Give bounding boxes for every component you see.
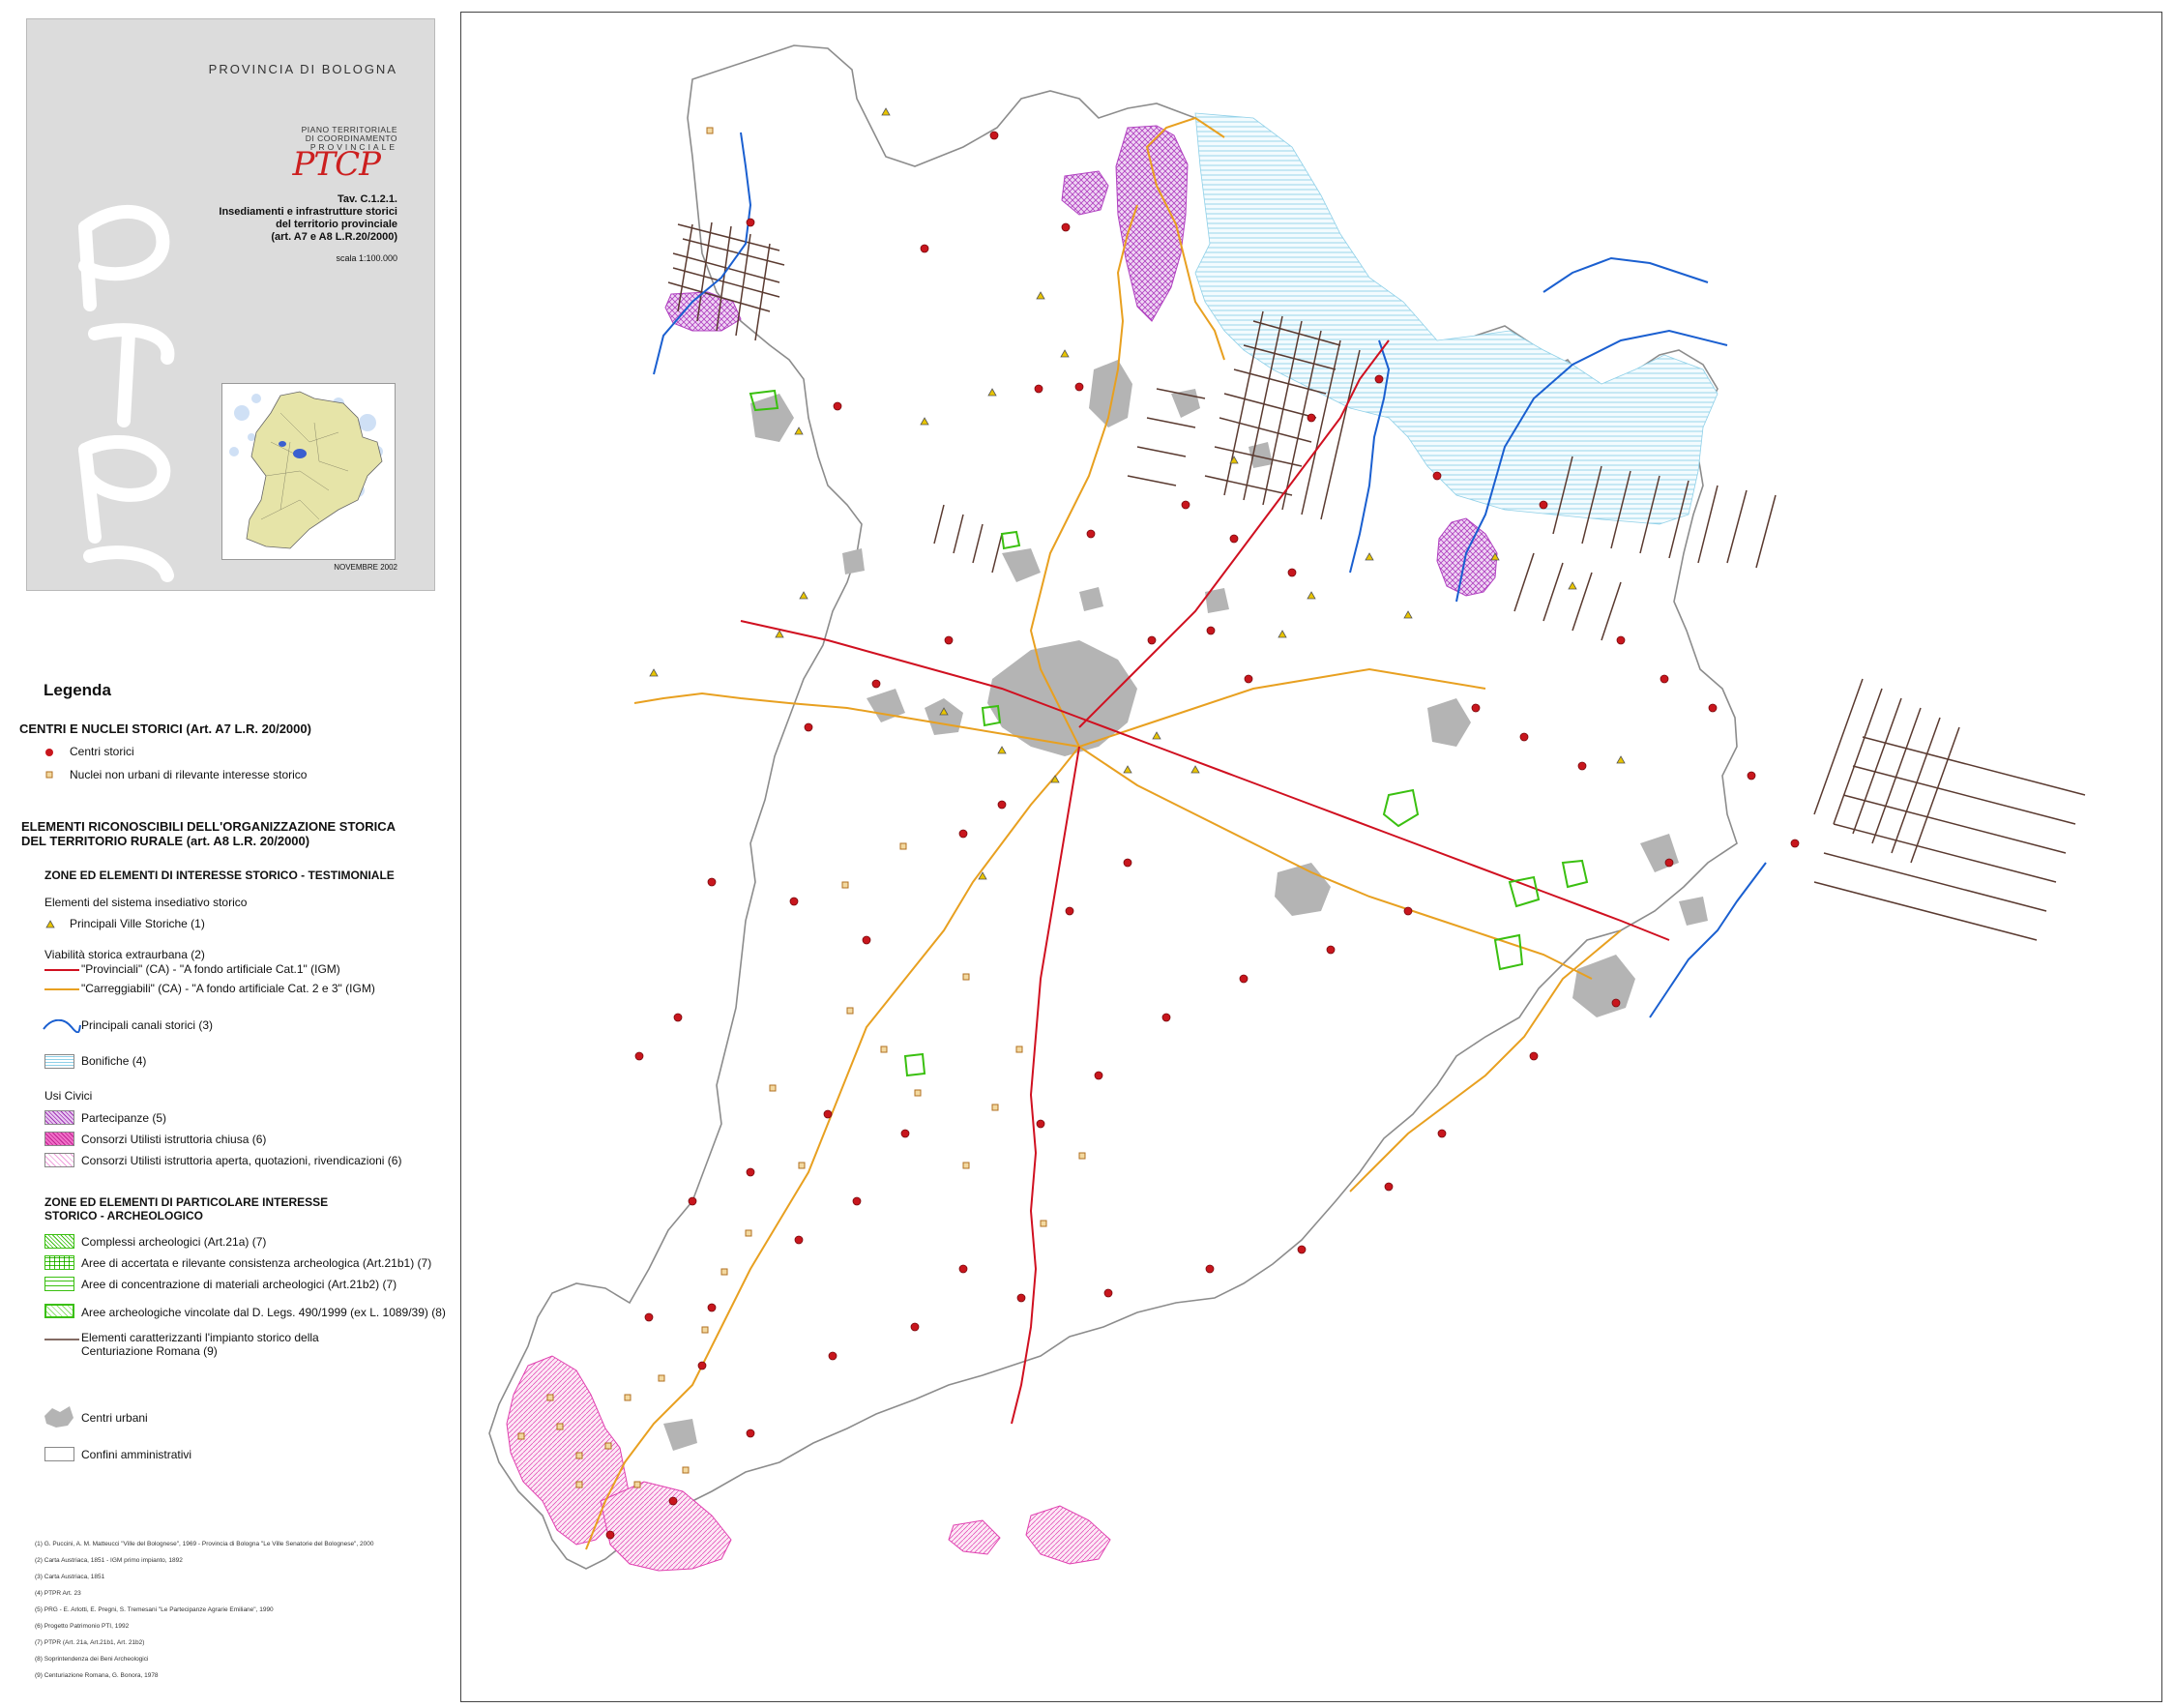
bonifiche-swatch (44, 1054, 74, 1069)
zone-archeologico-line-1: ZONE ED ELEMENTI DI PARTICOLARE INTERESS… (44, 1195, 329, 1209)
consorzi-area (600, 1481, 732, 1572)
confini-swatch (44, 1447, 74, 1461)
references-list: (1) G. Puccini, A. M. Matteucci "Ville d… (35, 1536, 373, 1684)
section-centri-nuclei-title: CENTRI E NUCLEI STORICI (Art. A7 L.R. 20… (19, 721, 311, 736)
legend-consorzi-chiusa: Consorzi Utilisti istruttoria chiusa (6) (81, 1133, 267, 1146)
legend-consorzi-aperta: Consorzi Utilisti istruttoria aperta, qu… (81, 1154, 402, 1167)
table-title-line-3: del territorio provinciale (276, 219, 397, 230)
section-elementi-line-1: ELEMENTI RICONOSCIBILI DELL'ORGANIZZAZIO… (21, 819, 397, 834)
legend-complessi: Complessi archeologici (Art.21a) (7) (81, 1235, 267, 1249)
section-elementi-title: ELEMENTI RICONOSCIBILI DELL'ORGANIZZAZIO… (21, 819, 396, 848)
reference-3: (3) Carta Austriaca, 1851 (35, 1574, 105, 1580)
table-title: Tav. C.1.2.1. Insediamenti e infrastrutt… (219, 193, 397, 244)
table-number: Tav. C.1.2.1. (338, 193, 397, 205)
legend-centuriazione-line-2: Centuriazione Romana (9) (81, 1344, 218, 1358)
legend-usi-civici: Usi Civici (44, 1089, 93, 1103)
villa-symbol (45, 920, 55, 928)
reference-4: (4) PTPR Art. 23 (35, 1590, 81, 1597)
province-boundary (488, 44, 1738, 1570)
province-name: PROVINCIA DI BOLOGNA (208, 62, 397, 76)
aree-vincolate-swatch (44, 1304, 74, 1318)
consorzi-area (1025, 1505, 1111, 1565)
section-elementi-line-2: DEL TERRITORIO RURALE (art. A8 L.R. 20/2… (21, 834, 310, 848)
legend-centri-storici: Centri storici (70, 745, 134, 758)
legend-canali: Principali canali storici (3) (81, 1018, 214, 1032)
complessi-swatch (44, 1234, 74, 1249)
reference-2: (2) Carta Austriaca, 1851 - IGM primo im… (35, 1557, 183, 1564)
centuriazione-line-symbol (44, 1339, 79, 1340)
provinciali-line-symbol (44, 969, 79, 971)
province-map[interactable] (460, 12, 2162, 1702)
scale-label: scala 1:100.000 (336, 253, 397, 263)
legend-bonifiche: Bonifiche (4) (81, 1054, 147, 1068)
ptcp-logo: PTCP (292, 145, 381, 184)
nucleo-symbol (45, 771, 53, 779)
consorzi-aperta-swatch (44, 1153, 74, 1167)
legend-aree-concentrazione: Aree di concentrazione di materiali arch… (81, 1278, 397, 1291)
reference-6: (6) Progetto Patrimonio PTI, 1992 (35, 1623, 130, 1630)
legend-sistema-insediativo: Elementi del sistema insediativo storico (44, 896, 248, 909)
reference-1: (1) G. Puccini, A. M. Matteucci "Ville d… (35, 1541, 374, 1547)
legend-ville: Principali Ville Storiche (1) (70, 917, 205, 930)
consorzi-area (948, 1519, 1001, 1555)
zone-archeologico-line-2: STORICO - ARCHEOLOGICO (44, 1209, 204, 1222)
legend-viabilita: Viabilità storica extraurbana (2) (44, 948, 205, 961)
aree-concentrazione-swatch (44, 1277, 74, 1291)
province-inset-map (221, 383, 396, 560)
reference-8: (8) Soprintendenza dei Beni Archeologici (35, 1656, 149, 1663)
table-title-line-4: (art. A7 e A8 L.R.20/2000) (271, 231, 397, 243)
legend-aree-accertata: Aree di accertata e rilevante consistenz… (81, 1256, 432, 1270)
reference-9: (9) Centuriazione Romana, G. Bonora, 197… (35, 1672, 159, 1679)
centri-urbani-symbol (44, 1406, 73, 1428)
aree-accertata-swatch (44, 1255, 74, 1270)
centro-storico-symbol (45, 749, 53, 756)
legend-nuclei: Nuclei non urbani di rilevante interesse… (70, 768, 308, 781)
partecipanze-swatch (44, 1110, 74, 1125)
reference-5: (5) PRG - E. Arlotti, E. Pregni, S. Trem… (35, 1606, 274, 1613)
carreggiabili-line-symbol (44, 988, 79, 990)
reference-7: (7) PTPR (Art. 21a, Art.21b1, Art. 21b2) (35, 1639, 145, 1646)
map-date: NOVEMBRE 2002 (334, 563, 397, 572)
legend-provinciali: "Provinciali" (CA) - "A fondo artificial… (81, 962, 340, 976)
legend-partecipanze: Partecipanze (5) (81, 1111, 167, 1125)
legend-centri-urbani: Centri urbani (81, 1411, 148, 1425)
canale-line-symbol (43, 1019, 81, 1033)
legend-title: Legenda (44, 681, 111, 699)
zone-testimoniale-title: ZONE ED ELEMENTI DI INTERESSE STORICO - … (44, 869, 395, 882)
consorzi-chiusa-swatch (44, 1132, 74, 1146)
legend-carreggiabili: "Carreggiabili" (CA) - "A fondo artifici… (81, 982, 375, 995)
legend-centuriazione-line-1: Elementi caratterizzanti l'impianto stor… (81, 1331, 319, 1344)
zone-archeologico-title: ZONE ED ELEMENTI DI PARTICOLARE INTERESS… (44, 1195, 328, 1222)
ptcp-watermark-logo (78, 205, 175, 582)
legend-centuriazione: Elementi caratterizzanti l'impianto stor… (81, 1331, 319, 1358)
legend-confini: Confini amministrativi (81, 1448, 192, 1461)
cover-panel: PROVINCIA DI BOLOGNA PIANO TERRITORIALE … (26, 18, 435, 591)
legend-aree-vincolate: Aree archeologiche vincolate dal D. Legs… (81, 1306, 446, 1319)
table-title-line-2: Insediamenti e infrastrutture storici (219, 206, 397, 218)
